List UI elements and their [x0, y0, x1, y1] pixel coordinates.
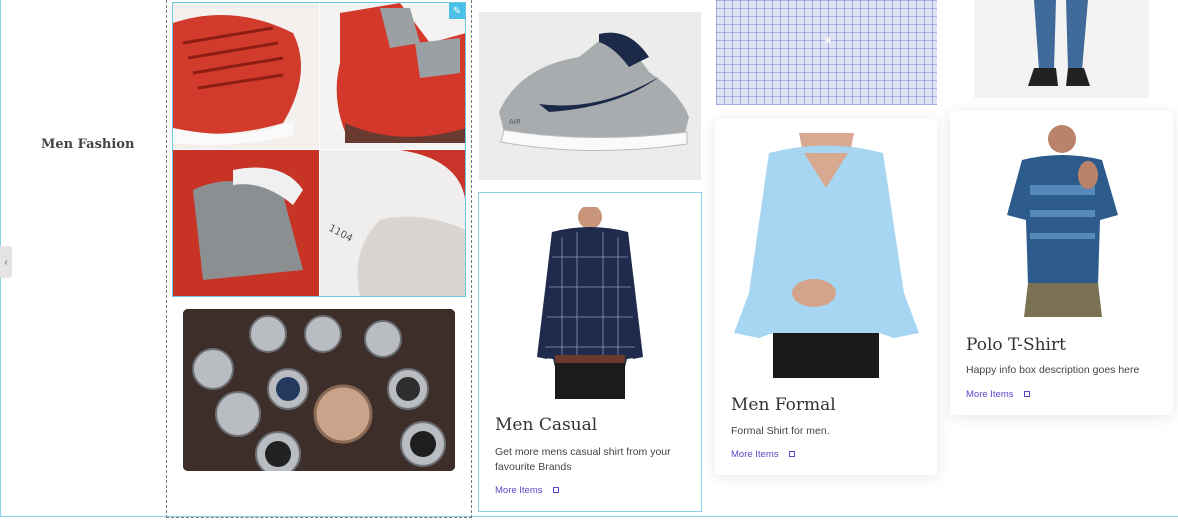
- watch-box-image: [183, 309, 455, 471]
- more-items-label: More Items: [966, 389, 1014, 400]
- casual-shirt-model-image: [527, 207, 653, 399]
- external-link-icon: [788, 451, 795, 458]
- sneaker-collage-image[interactable]: 1104 ✎: [172, 2, 466, 297]
- collapse-panel-toggle[interactable]: ‹: [0, 246, 12, 278]
- polo-shirt-model-image: [1000, 125, 1125, 317]
- card-polo-tshirt: Polo T-Shirt Happy info box description …: [950, 111, 1173, 415]
- more-items-link-polo[interactable]: More Items: [966, 389, 1030, 400]
- section-title: Men Fashion: [41, 137, 135, 152]
- sneaker-brand-text: AIR: [509, 118, 521, 126]
- card-desc-polo-tshirt: Happy info box description goes here: [966, 364, 1140, 376]
- card-desc-men-casual: Get more mens casual shirt from your fav…: [495, 446, 671, 473]
- edit-pencil-icon[interactable]: ✎: [449, 3, 465, 19]
- card-men-casual: Men Casual Get more mens casual shirt fr…: [478, 192, 702, 512]
- more-items-link-casual[interactable]: More Items: [495, 485, 559, 496]
- card-title-men-formal: Men Formal: [731, 395, 836, 415]
- grey-sneaker-image: AIR: [479, 12, 701, 180]
- card-title-men-casual: Men Casual: [495, 415, 598, 435]
- chevron-left-icon: ‹: [4, 256, 8, 268]
- red-sneaker-back-image: [173, 150, 319, 296]
- sneaker-insole-image: 1104: [320, 150, 465, 296]
- card-desc-men-formal: Formal Shirt for men.: [731, 425, 830, 437]
- formal-shirt-model-image: [729, 133, 923, 378]
- jeans-boots-image: [974, 0, 1149, 98]
- external-link-icon: [552, 487, 559, 494]
- checked-shirt-image: [716, 0, 937, 105]
- more-items-link-formal[interactable]: More Items: [731, 449, 795, 460]
- more-items-label: More Items: [731, 449, 779, 460]
- card-title-polo-tshirt: Polo T-Shirt: [966, 335, 1066, 355]
- red-sneaker-laces-image: [173, 3, 319, 149]
- card-men-formal: Men Formal Formal Shirt for men. More It…: [715, 119, 937, 475]
- more-items-label: More Items: [495, 485, 543, 496]
- external-link-icon: [1023, 391, 1030, 398]
- red-sneaker-heel-image: [320, 3, 465, 149]
